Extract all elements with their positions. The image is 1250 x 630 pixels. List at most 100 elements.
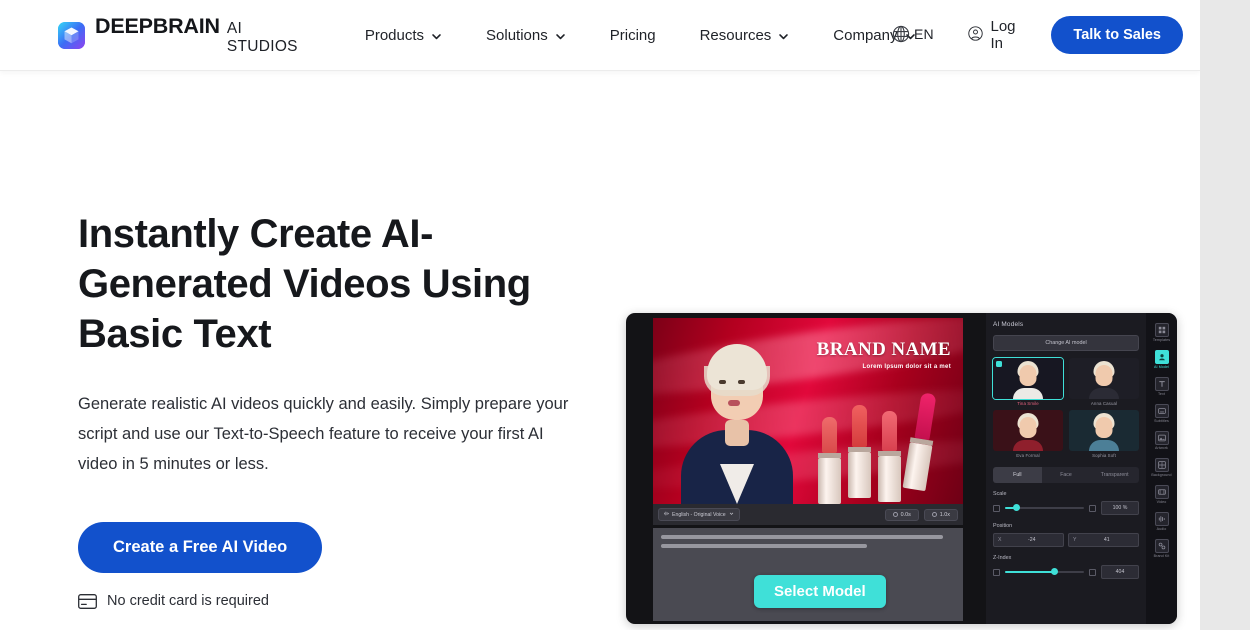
position-label: Position <box>993 523 1013 529</box>
scale-slider-row: 100 % <box>993 501 1139 515</box>
ai-model-name: Tina Smile <box>1017 401 1039 406</box>
rail-label: Text <box>1158 392 1165 396</box>
globe-icon <box>891 24 911 44</box>
voice-selector-chip[interactable]: English - Original Voice <box>658 508 740 521</box>
create-free-ai-video-button[interactable]: Create a Free AI Video <box>78 522 323 573</box>
hero-subtitle: Generate realistic AI videos quickly and… <box>78 395 569 473</box>
ai-avatar-presenter <box>681 336 793 504</box>
ai-model-icon <box>1154 350 1169 364</box>
credit-card-icon <box>78 593 97 609</box>
script-editor-pane[interactable]: Select Model <box>653 528 963 621</box>
segment-transparent[interactable]: Transparent <box>1090 467 1139 483</box>
rail-label: Subtitles <box>1154 419 1169 423</box>
slider-handle[interactable] <box>1051 568 1059 575</box>
ai-model-name: Sophia Soft <box>1092 453 1116 458</box>
rail-item-artwork[interactable]: Artwork <box>1148 429 1175 452</box>
script-text-line <box>661 544 867 548</box>
speed-value: 1.0x <box>939 511 950 518</box>
position-y-axis-label: Y <box>1073 537 1077 543</box>
rail-item-text[interactable]: Text <box>1148 375 1175 398</box>
ai-model-grid: Tina Smile Anna Casual Eva Formal Sophia… <box>992 357 1139 458</box>
rail-item-subtitles[interactable]: Subtitles <box>1148 402 1175 425</box>
rail-label: AI Model <box>1154 365 1169 369</box>
segment-full[interactable]: Full <box>993 467 1042 483</box>
rail-label: Background <box>1151 473 1172 477</box>
nav-label: Company <box>833 26 898 44</box>
lock-icon[interactable] <box>1089 504 1096 512</box>
position-row: X -24 Y 41 <box>993 533 1139 547</box>
ai-studios-editor-preview: BRAND NAME Lorem Ipsum dolor sit a met E… <box>626 313 1177 624</box>
position-x-field[interactable]: X -24 <box>993 533 1064 547</box>
nav-label: Resources <box>699 26 772 44</box>
background-icon <box>1154 458 1169 472</box>
chevron-down-icon <box>555 31 566 42</box>
reset-icon[interactable] <box>1089 568 1096 576</box>
segment-face[interactable]: Face <box>1042 467 1091 483</box>
selected-check-icon <box>996 361 1002 367</box>
site-header: DEEPBRAIN AI STUDIOS Products Solutions … <box>0 0 1200 71</box>
login-label: Log In <box>990 18 1016 52</box>
subtitles-icon <box>1154 404 1169 418</box>
page-title: Instantly Create AI-Generated Videos Usi… <box>78 212 531 356</box>
rail-item-brandkit[interactable]: Brand Kit <box>1148 537 1175 560</box>
video-icon <box>1154 485 1169 499</box>
ai-model-card[interactable]: Sophia Soft <box>1069 410 1139 458</box>
script-text-line <box>661 535 944 539</box>
landing-page: DEEPBRAIN AI STUDIOS Products Solutions … <box>0 0 1200 630</box>
nav-item-pricing[interactable]: Pricing <box>588 28 678 43</box>
chevron-down-icon <box>431 31 442 42</box>
rail-item-audio[interactable]: Audio <box>1148 510 1175 533</box>
product-screenshot: BRAND NAME Lorem Ipsum dolor sit a met E… <box>626 313 1177 624</box>
position-x-value: -24 <box>1027 537 1036 543</box>
ai-model-card[interactable]: Tina Smile <box>992 357 1064 406</box>
scale-label: Scale <box>993 491 1007 497</box>
video-control-bar: English - Original Voice 0.0s 1.0x <box>653 504 963 525</box>
ai-model-card[interactable]: Anna Casual <box>1069 358 1139 406</box>
nav-item-solutions[interactable]: Solutions <box>464 28 588 43</box>
rail-label: Video <box>1156 500 1167 504</box>
ai-models-panel: AI Models Change AI model Tina Smile Ann… <box>986 313 1146 624</box>
main-navigation: Products Solutions Pricing Resources Com… <box>365 28 938 43</box>
clock-icon <box>892 512 898 517</box>
header-actions: Log In Talk to Sales <box>938 16 1201 54</box>
nav-item-products[interactable]: Products <box>365 28 464 43</box>
voice-chip-label: English - Original Voice <box>672 511 726 518</box>
zindex-label: Z-Index <box>993 555 1012 561</box>
select-model-button[interactable]: Select Model <box>754 575 886 608</box>
text-icon <box>1154 377 1169 391</box>
brand-tagline-text: Lorem Ipsum dolor sit a met <box>862 364 951 370</box>
hero-copy: Instantly Create AI-Generated Videos Usi… <box>78 71 598 609</box>
rail-item-templates[interactable]: Templates <box>1148 321 1175 344</box>
duration-control[interactable]: 0.0s <box>884 508 919 521</box>
site-logo[interactable]: DEEPBRAIN AI STUDIOS <box>58 14 305 56</box>
ai-model-name: Anna Casual <box>1090 401 1118 406</box>
rail-item-ai-model[interactable]: AI Model <box>1148 348 1175 371</box>
chevron-down-icon <box>729 511 734 518</box>
login-link[interactable]: Log In <box>967 18 1024 52</box>
language-code: EN <box>914 26 934 42</box>
talk-to-sales-button[interactable]: Talk to Sales <box>1051 16 1183 54</box>
language-switcher[interactable]: EN <box>891 24 934 44</box>
scale-icon <box>993 504 1000 512</box>
slider-handle[interactable] <box>1012 504 1020 511</box>
scale-value[interactable]: 100 % <box>1101 501 1139 515</box>
rail-label: Templates <box>1152 338 1171 342</box>
rail-item-video[interactable]: Video <box>1148 483 1175 506</box>
change-ai-model-button[interactable]: Change AI model <box>993 335 1139 351</box>
speed-control[interactable]: 1.0x <box>923 508 958 521</box>
scale-slider[interactable] <box>1005 504 1084 511</box>
position-y-field[interactable]: Y 41 <box>1068 533 1139 547</box>
ai-model-card[interactable]: Eva Formal <box>993 410 1063 458</box>
lipstick-product-image <box>797 392 957 504</box>
nav-item-resources[interactable]: Resources <box>678 28 812 43</box>
video-canvas[interactable]: BRAND NAME Lorem Ipsum dolor sit a met <box>653 318 963 504</box>
zindex-slider[interactable] <box>1005 568 1084 575</box>
duration-value: 0.0s <box>900 511 911 518</box>
nav-label: Pricing <box>609 26 656 44</box>
chevron-down-icon <box>778 31 789 42</box>
templates-icon <box>1154 323 1169 337</box>
zindex-value[interactable]: 404 <box>1101 565 1139 579</box>
voice-wave-icon <box>664 511 669 518</box>
rail-item-background[interactable]: Background <box>1148 456 1175 479</box>
artwork-icon <box>1154 431 1169 445</box>
